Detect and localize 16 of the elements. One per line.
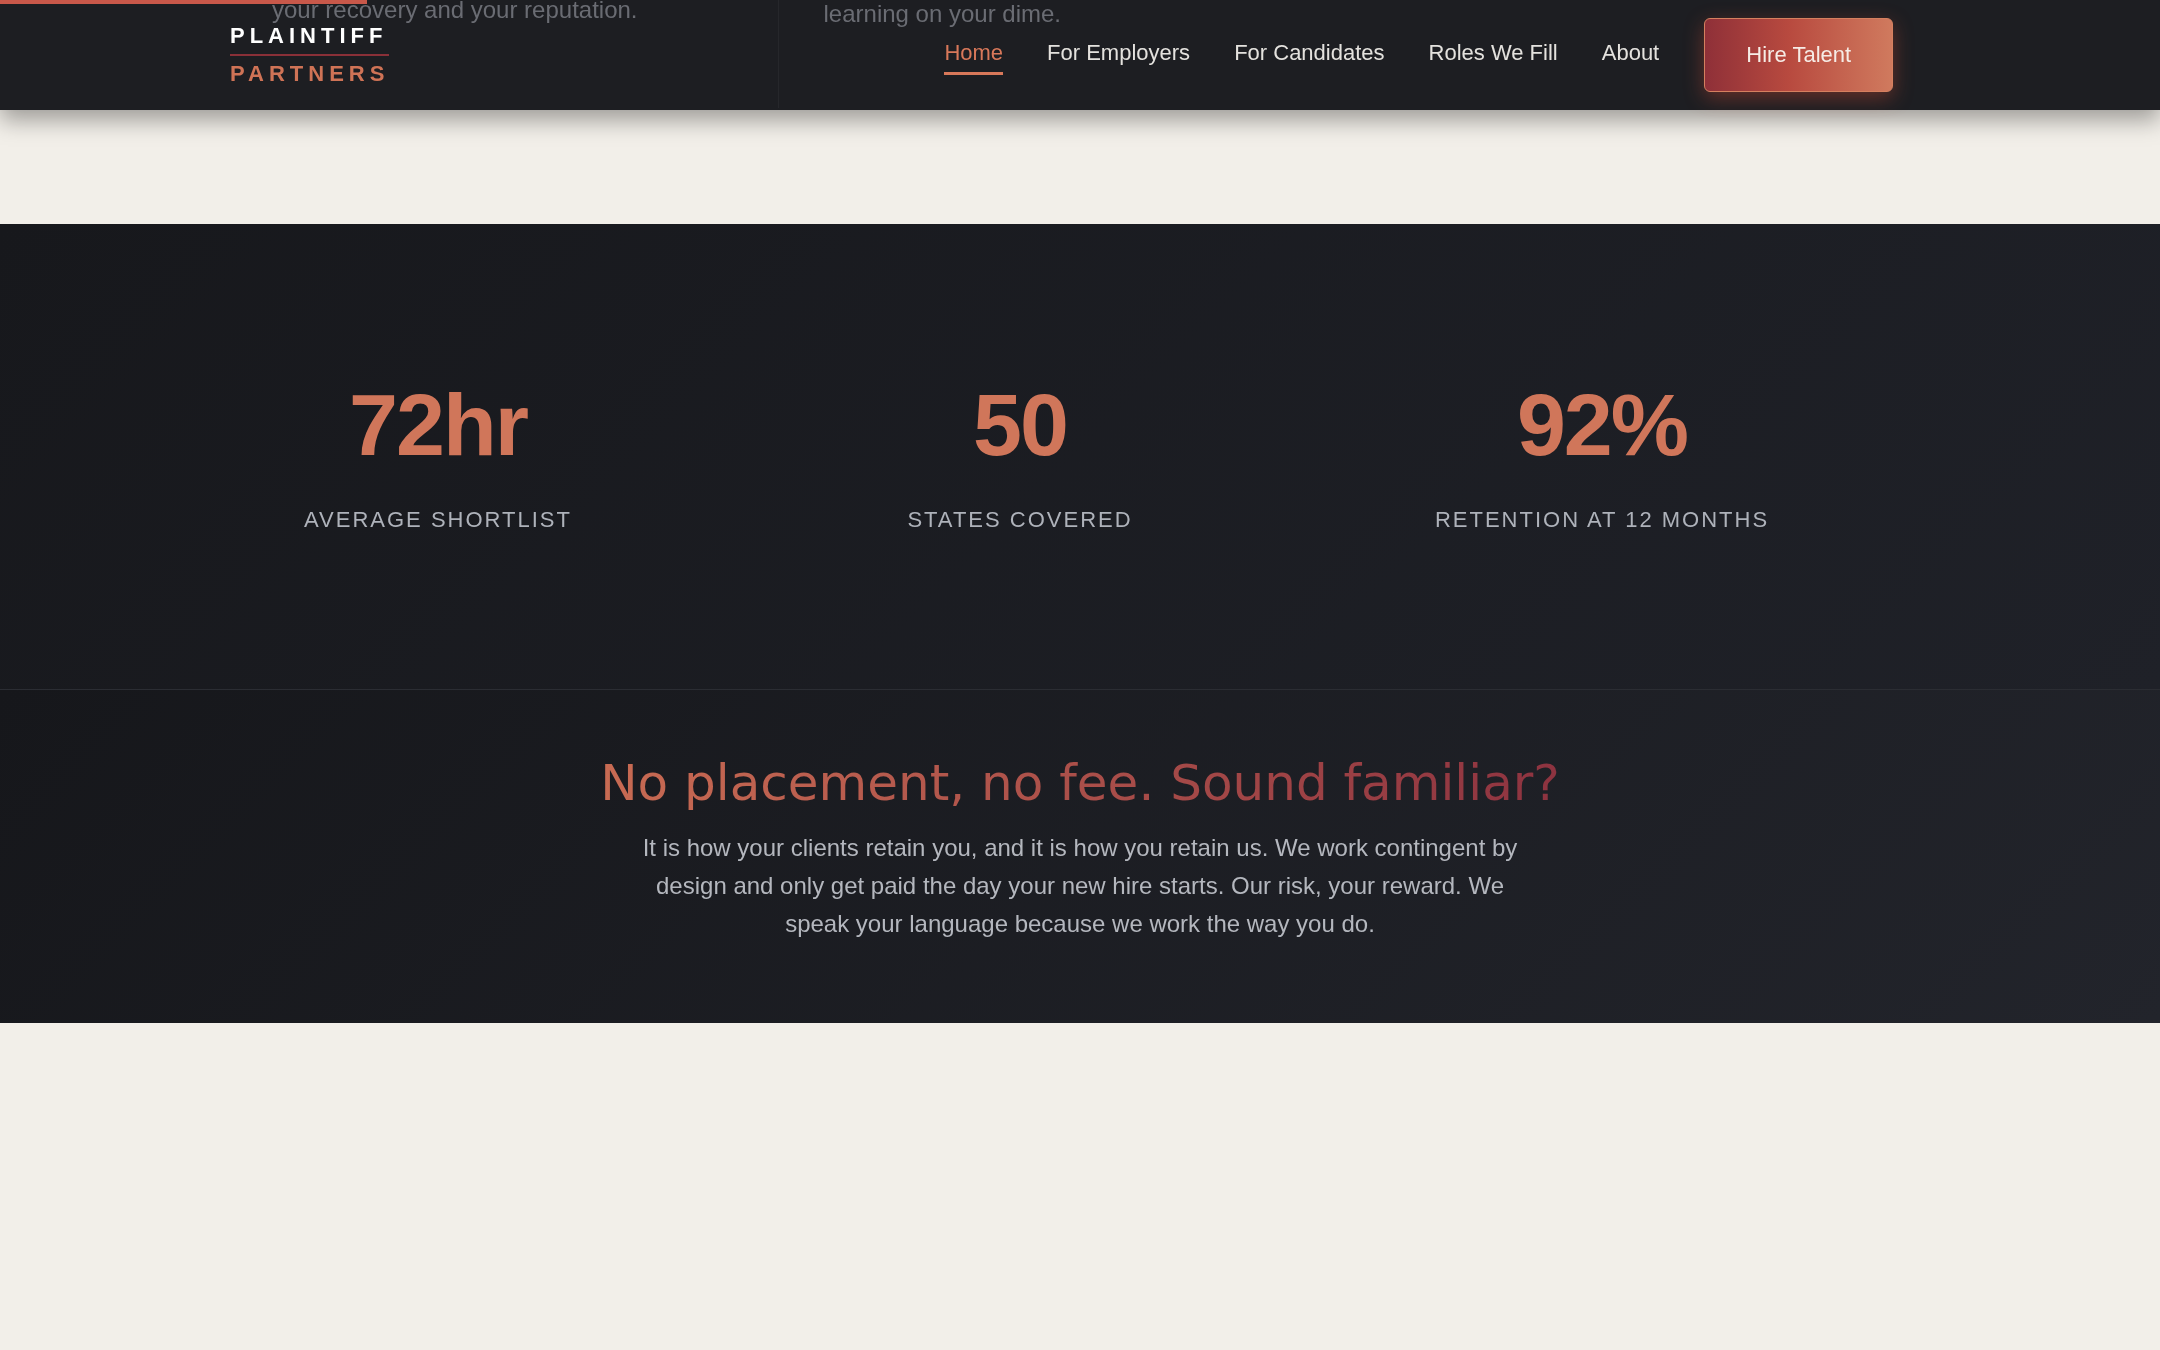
nav-link[interactable]: For Candidates: [1234, 35, 1385, 75]
stat-label: STATES COVERED: [907, 506, 1133, 533]
section-paragraph: It is how your clients retain you, and it is how you retain us. We work contingent by design and only get paid the day your new hire starts. Our risk, your reward. We speak your language because we work the way you do.: [641, 833, 1519, 939]
logo[interactable]: PLAINTIFF PARTNERS: [230, 23, 390, 87]
stat-value: 50: [973, 380, 1067, 469]
hire-talent-button[interactable]: Hire Talent: [1704, 18, 1894, 92]
background-text: your recovery and your reputation.: [272, 0, 638, 24]
nav-link[interactable]: Roles We Fill: [1428, 35, 1558, 75]
nav-link[interactable]: Home: [944, 35, 1004, 75]
stat-value: 72hr: [349, 380, 527, 469]
nav-link[interactable]: For Employers: [1047, 35, 1191, 75]
nav-link[interactable]: About: [1601, 35, 1660, 75]
stat-value: 92%: [1516, 380, 1688, 469]
stat-label: RETENTION AT 12 MONTHS: [1434, 506, 1770, 533]
background-text: learning on your dime.: [823, 0, 1061, 28]
stat-label: AVERAGE SHORTLIST: [304, 506, 572, 533]
